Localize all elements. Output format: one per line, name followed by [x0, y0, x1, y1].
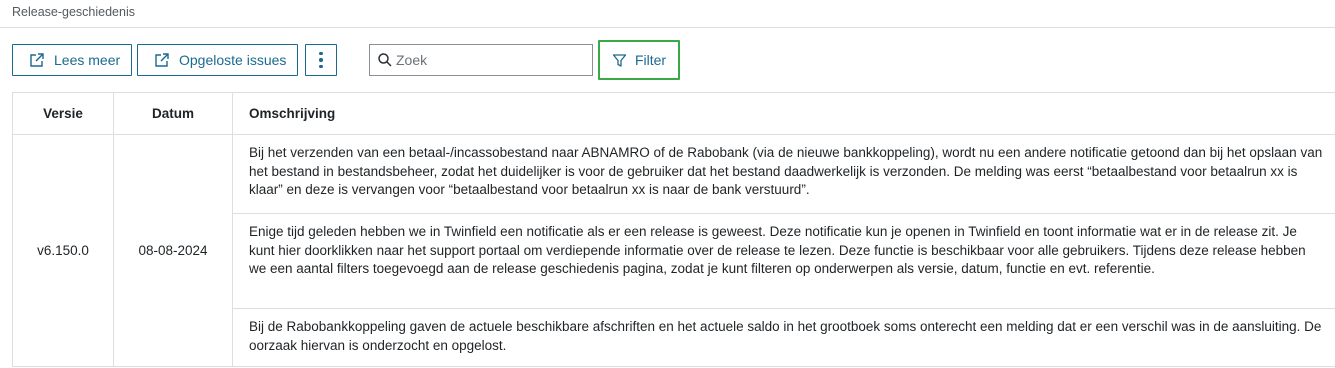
cell-datum: 08-08-2024	[113, 134, 233, 367]
cell-omschrijving: Bij de Rabobankkoppeling gaven de actuel…	[232, 308, 1335, 367]
table-row: v6.150.0 08-08-2024 Bij het verzenden va…	[12, 134, 1335, 367]
search-input[interactable]	[396, 52, 586, 68]
cell-omschrijving: Bij het verzenden van een betaal-/incass…	[232, 134, 1335, 214]
external-link-icon	[28, 51, 46, 69]
opgeloste-issues-label: Opgeloste issues	[179, 52, 287, 68]
page-title: Release-geschiedenis	[12, 5, 135, 19]
table-header-row: Versie Datum Omschrijving	[12, 92, 1335, 135]
search-field[interactable]	[369, 44, 593, 76]
cell-versie: v6.150.0	[12, 134, 114, 367]
title-divider	[0, 27, 1335, 28]
release-table: Versie Datum Omschrijving v6.150.0 08-08…	[12, 92, 1335, 367]
more-vertical-icon	[319, 50, 323, 70]
external-link-icon	[153, 51, 171, 69]
lees-meer-label: Lees meer	[54, 52, 121, 68]
more-options-button[interactable]	[305, 44, 337, 76]
cell-omschrijving: Enige tijd geleden hebben we in Twinfiel…	[232, 213, 1335, 309]
filter-label: Filter	[634, 52, 667, 68]
column-header-versie[interactable]: Versie	[12, 92, 114, 135]
lees-meer-button[interactable]: Lees meer	[12, 44, 132, 76]
column-header-datum[interactable]: Datum	[113, 92, 233, 135]
column-header-omschrijving[interactable]: Omschrijving	[232, 92, 1335, 135]
search-icon	[377, 52, 393, 68]
filter-icon	[612, 53, 627, 68]
filter-button[interactable]: Filter	[598, 40, 680, 80]
opgeloste-issues-button[interactable]: Opgeloste issues	[137, 44, 298, 76]
